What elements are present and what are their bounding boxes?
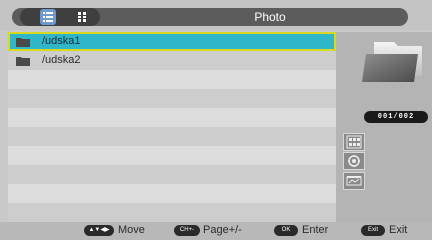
folder-icon	[16, 38, 30, 47]
empty-row	[8, 89, 336, 108]
slideshow-button[interactable]	[343, 172, 365, 190]
empty-row	[8, 108, 336, 127]
file-list: /udska1 /udska2	[8, 32, 336, 222]
empty-row	[8, 184, 336, 203]
folder-preview-icon	[362, 42, 422, 82]
thumbnail-grid-icon	[346, 135, 362, 149]
slideshow-icon	[346, 176, 362, 186]
page-counter: 001/002	[364, 111, 428, 123]
list-view-button[interactable]	[40, 9, 56, 25]
page-title: Photo	[254, 10, 286, 24]
settings-wheel-icon	[348, 155, 360, 167]
thumbnail-view-button[interactable]	[74, 9, 90, 25]
folder-icon	[16, 57, 30, 66]
hint-enter: Enter	[302, 224, 329, 236]
arrow-keys-icon: ▲▼◀▶	[84, 225, 114, 236]
empty-row	[8, 146, 336, 165]
list-item-label: /udska1	[42, 35, 81, 47]
empty-row	[8, 165, 336, 184]
list-item-udska1[interactable]: /udska1	[8, 32, 336, 51]
exit-key-icon: Exit	[361, 225, 385, 236]
thumbnail-mode-button[interactable]	[343, 133, 365, 151]
empty-row	[8, 70, 336, 89]
hint-page: Page+/-	[203, 224, 242, 236]
list-item-label: /udska2	[42, 54, 81, 66]
thumbnail-grid-icon	[78, 12, 86, 22]
settings-button[interactable]	[343, 152, 365, 170]
empty-row	[8, 203, 336, 222]
list-item-udska2[interactable]: /udska2	[8, 51, 336, 70]
hint-exit: Exit	[389, 224, 408, 236]
list-view-icon	[43, 12, 53, 22]
empty-row	[8, 127, 336, 146]
hint-move: Move	[118, 224, 145, 236]
channel-keys-icon: CH+-	[174, 225, 200, 236]
ok-key-icon: OK	[274, 225, 298, 236]
